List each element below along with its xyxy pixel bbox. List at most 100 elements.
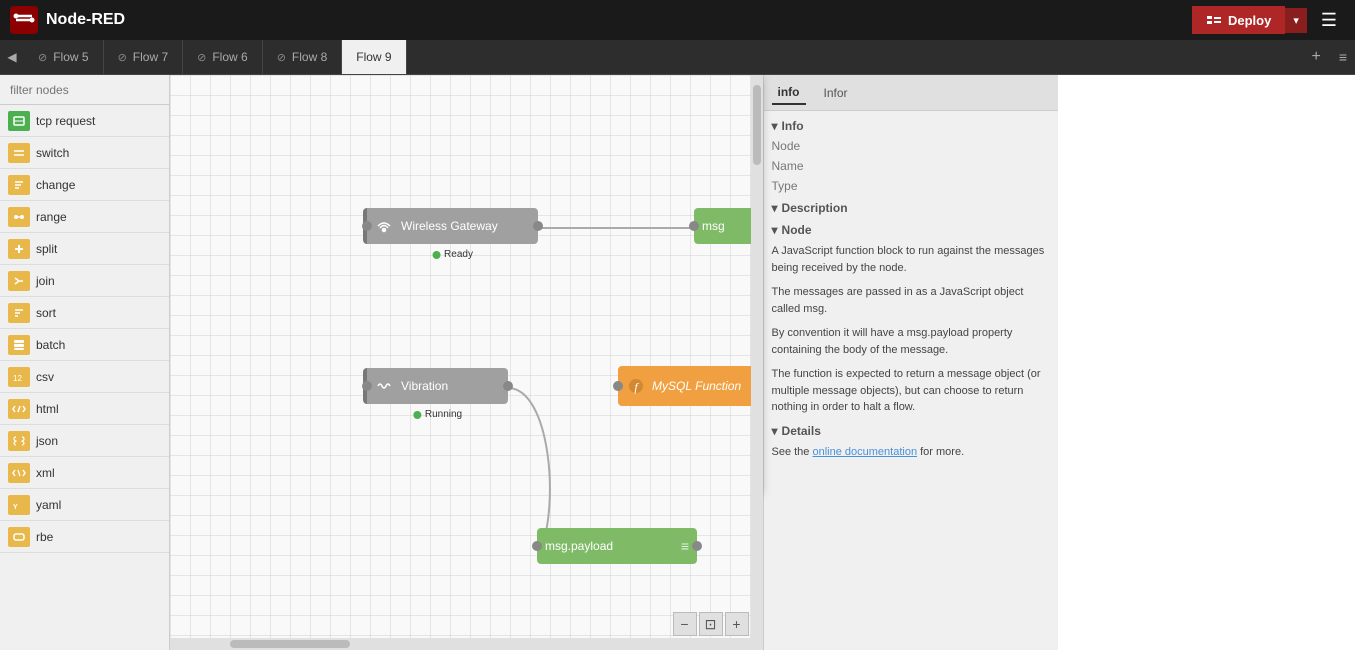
app-logo: Node-RED (10, 6, 1192, 34)
node-label-mysql: MySQL Function (652, 379, 741, 393)
node-item-rbe[interactable]: rbe (0, 521, 169, 553)
canvas-area[interactable]: Wireless Gateway Ready msg ≡ Vibration (170, 75, 763, 650)
node-menu-icon-msgpayload: ≡ (681, 538, 689, 554)
node-icon-sort (8, 303, 30, 323)
online-documentation-link[interactable]: online documentation (812, 446, 917, 458)
for-more-text: for more. (920, 446, 964, 458)
zoom-in-button[interactable]: + (725, 612, 749, 636)
node-label-html: html (36, 402, 59, 416)
port-left-vibration (362, 381, 372, 391)
tab-flow5[interactable]: ⊘ Flow 5 (24, 40, 104, 74)
status-dot-wireless (432, 251, 440, 259)
node-collapse-icon: ▾ (772, 223, 778, 237)
panel-tab-infor-label: Infor (824, 86, 848, 100)
node-item-switch[interactable]: switch (0, 137, 169, 169)
node-item-html[interactable]: html (0, 393, 169, 425)
node-label-join: join (36, 274, 55, 288)
node-item-csv[interactable]: 12 csv (0, 361, 169, 393)
node-item-batch[interactable]: batch (0, 329, 169, 361)
port-left-msg (689, 221, 699, 231)
tab-flow7[interactable]: ⊘ Flow 7 (104, 40, 184, 74)
node-label-vibration: Vibration (401, 379, 448, 393)
deploy-icon (1206, 12, 1222, 28)
info-section-node-label: Node (782, 223, 812, 237)
node-palette: ◀ tcp request switch (0, 75, 170, 650)
node-icon-tcp-request (8, 111, 30, 131)
info-section-details: ▾ Details (772, 424, 1050, 438)
node-icon-html (8, 399, 30, 419)
right-panel-wrapper: ◀ View Import ◀ Export Search flows Conf… (763, 75, 1355, 650)
add-tab-button[interactable]: + (1301, 40, 1330, 74)
canvas-node-wireless-gateway[interactable]: Wireless Gateway Ready (363, 208, 538, 244)
deploy-arrow-icon: ▾ (1293, 15, 1299, 27)
details-text: See the online documentation for more. (772, 444, 1050, 461)
info-row-node: Node (772, 139, 1050, 153)
tab-collapse-button[interactable]: ◀ (0, 40, 24, 74)
node-item-range[interactable]: range (0, 201, 169, 233)
tab-disabled-icon-flow8: ⊘ (277, 51, 286, 64)
zoom-reset-button[interactable]: ⊡ (699, 612, 723, 636)
node-label-csv: csv (36, 370, 54, 384)
panel-tab-info[interactable]: info (772, 81, 806, 105)
node-item-change[interactable]: change (0, 169, 169, 201)
node-icon-change (8, 175, 30, 195)
info-label-node: Node (772, 139, 820, 153)
node-item-split[interactable]: split (0, 233, 169, 265)
info-section-info: ▾ Info (772, 119, 1050, 133)
filter-nodes-input[interactable] (10, 83, 165, 97)
zoom-out-button[interactable]: − (673, 612, 697, 636)
node-item-yaml[interactable]: Y yaml (0, 489, 169, 521)
node-icon-switch (8, 143, 30, 163)
info-section-node: ▾ Node (772, 223, 1050, 237)
info-row-type: Type (772, 179, 1050, 193)
panel-tab-infor[interactable]: Infor (818, 82, 854, 104)
node-icon-range (8, 207, 30, 227)
canvas-zoom-toolbar: − ⊡ + (673, 612, 749, 636)
info-section-details-label: Details (782, 424, 821, 438)
status-dot-vibration (413, 411, 421, 419)
info-label-type: Type (772, 179, 820, 193)
panel-tab-info-label: info (778, 85, 800, 99)
status-text-wireless: Ready (444, 249, 473, 260)
tab-flow9[interactable]: Flow 9 (342, 40, 406, 74)
canvas-node-mysql[interactable]: f MySQL Function (618, 366, 763, 406)
tab-label-flow7: Flow 7 (133, 50, 168, 64)
node-label-xml: xml (36, 466, 55, 480)
info-section-collapse-icon: ▾ (772, 119, 778, 133)
node-icon-xml (8, 463, 30, 483)
canvas-node-msgpayload[interactable]: msg.payload ≡ (537, 528, 697, 564)
msg-text: The messages are passed in as a JavaScri… (772, 284, 1050, 317)
canvas-vscroll[interactable] (751, 75, 763, 650)
tab-menu-button[interactable]: ≡ (1331, 40, 1355, 74)
tab-label-flow6: Flow 6 (212, 50, 247, 64)
deploy-button[interactable]: Deploy (1192, 6, 1285, 34)
wireless-wave-icon (375, 217, 393, 235)
node-item-join[interactable]: join (0, 265, 169, 297)
canvas-hscroll[interactable] (170, 638, 751, 650)
status-text-vibration: Running (425, 409, 462, 420)
canvas-node-vibration[interactable]: Vibration Running (363, 368, 508, 404)
node-status-wireless: Ready (432, 249, 473, 260)
node-label-switch: switch (36, 146, 69, 160)
node-item-xml[interactable]: xml (0, 457, 169, 489)
info-row-name: Name (772, 159, 1050, 173)
info-section-info-label: Info (782, 119, 804, 133)
desc-collapse-icon: ▾ (772, 201, 778, 215)
details-text-pre: See the (772, 446, 810, 458)
node-item-json[interactable]: json (0, 425, 169, 457)
tab-disabled-icon-flow6: ⊘ (197, 51, 206, 64)
svg-text:Y: Y (13, 504, 18, 511)
port-left-wireless (362, 221, 372, 231)
canvas-vscroll-thumb[interactable] (753, 85, 761, 165)
node-desc-text: A JavaScript function block to run again… (772, 243, 1050, 276)
node-item-sort[interactable]: sort (0, 297, 169, 329)
node-item-tcp-request[interactable]: tcp request (0, 105, 169, 137)
node-label-change: change (36, 178, 75, 192)
tab-flow8[interactable]: ⊘ Flow 8 (263, 40, 343, 74)
node-icon-join (8, 271, 30, 291)
canvas-hscroll-thumb[interactable] (230, 640, 350, 648)
deploy-dropdown-button[interactable]: ▾ (1285, 8, 1307, 33)
node-label-json: json (36, 434, 58, 448)
main-menu-button[interactable]: ☰ (1313, 6, 1345, 35)
tab-flow6[interactable]: ⊘ Flow 6 (183, 40, 263, 74)
